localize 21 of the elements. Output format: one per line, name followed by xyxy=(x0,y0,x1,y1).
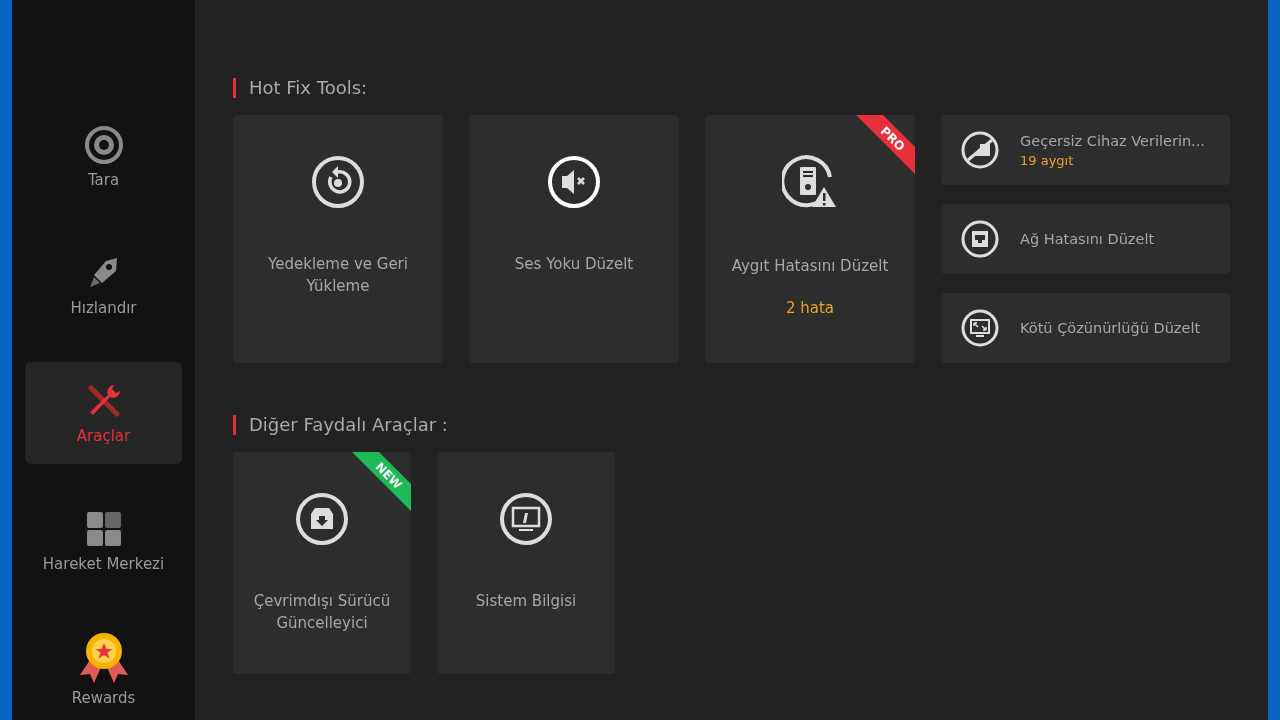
invalid-device-icon xyxy=(960,130,1000,170)
tool-tile[interactable]: Sistem Bilgisi xyxy=(437,452,615,674)
tool-tile[interactable]: Ses Yoku Düzelt xyxy=(469,115,679,363)
restore-icon xyxy=(311,155,365,209)
network-port-icon xyxy=(960,219,1000,259)
tool-tile[interactable]: Kötü Çözünürlüğü Düzelt xyxy=(941,293,1230,363)
sidebar-item[interactable]: Rewards xyxy=(25,617,182,720)
tool-tile[interactable]: Geçersiz Cihaz Verilerin... 19 aygıt xyxy=(941,115,1230,185)
tool-tile[interactable]: Yedekleme ve Geri Yükleme xyxy=(233,115,443,363)
section-title: Hot Fix Tools: xyxy=(233,78,368,98)
sidebar-item[interactable]: Araçlar xyxy=(25,361,182,465)
sidebar-item[interactable]: Hareket Merkezi xyxy=(25,489,182,593)
download-box-icon xyxy=(295,492,349,546)
mute-icon xyxy=(547,155,601,209)
sidebar-item[interactable]: Hızlandır xyxy=(25,233,182,337)
tool-tile[interactable]: Ağ Hatasını Düzelt xyxy=(941,204,1230,274)
info-monitor-icon xyxy=(499,492,553,546)
scan-icon xyxy=(83,125,124,166)
section-title: Diğer Faydalı Araçlar : xyxy=(233,415,448,435)
monitor-icon xyxy=(960,308,1000,348)
sidebar-item[interactable]: Tara xyxy=(25,106,182,209)
